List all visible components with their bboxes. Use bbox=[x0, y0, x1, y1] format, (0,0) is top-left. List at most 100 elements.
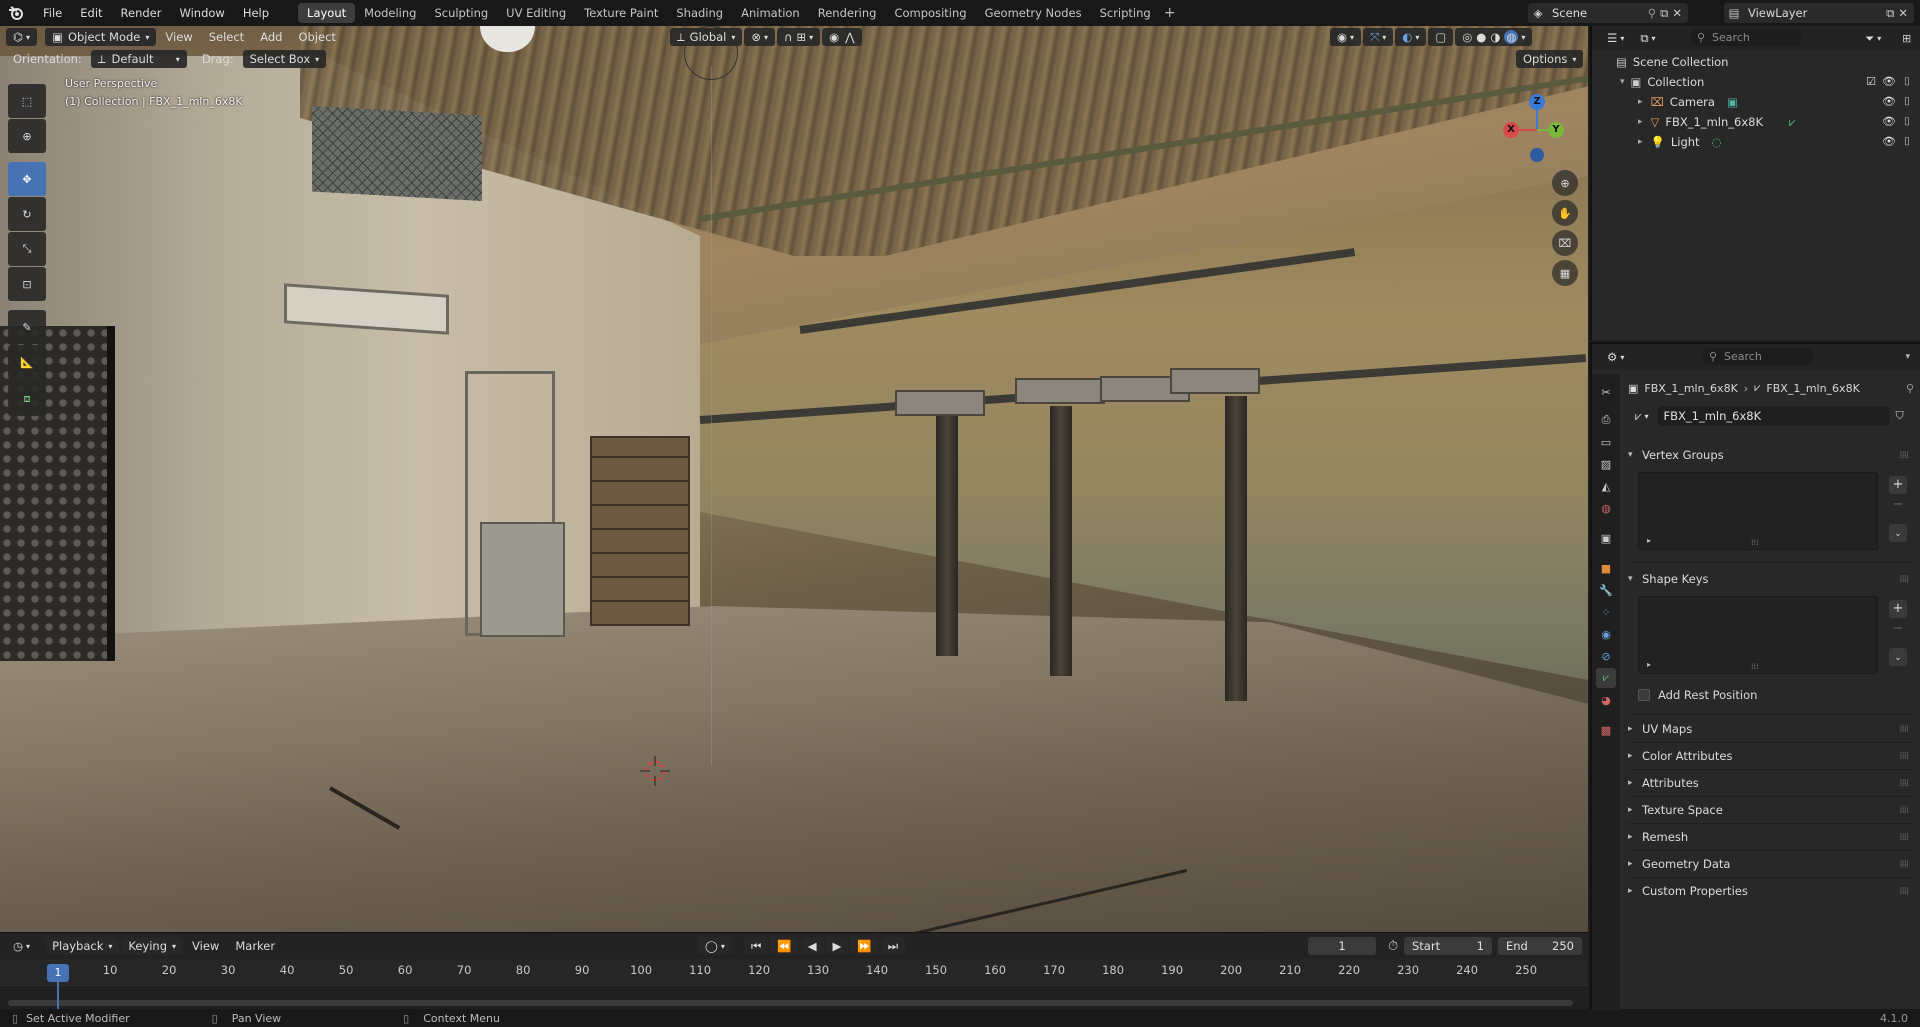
light-data-icon[interactable]: ◌ bbox=[1712, 135, 1722, 149]
pin-icon[interactable]: ⚲ bbox=[1648, 6, 1656, 20]
gizmo-y-axis[interactable]: Y bbox=[1548, 122, 1564, 138]
tab-rendering[interactable]: Rendering bbox=[809, 3, 886, 23]
drag-dropdown[interactable]: Select Box ▾ bbox=[242, 50, 327, 68]
expand-light-icon[interactable]: ▸ bbox=[1638, 137, 1643, 147]
pan-view-button[interactable]: ✋ bbox=[1552, 200, 1578, 226]
fake-user-shield-icon[interactable]: ⛉ bbox=[1896, 409, 1904, 423]
play-reverse-button[interactable]: ◀ bbox=[800, 937, 824, 955]
timeline-menu-view[interactable]: View bbox=[185, 937, 226, 955]
viewport-menu-view[interactable]: View bbox=[158, 28, 199, 46]
tab-modeling[interactable]: Modeling bbox=[355, 3, 425, 23]
pin-icon[interactable]: ⚲ bbox=[1906, 382, 1914, 395]
visibility-button[interactable]: ◉ ▾ bbox=[1330, 28, 1362, 46]
camera-view-button[interactable]: ⌧ bbox=[1552, 230, 1578, 256]
properties-editor[interactable]: ⚙ ▾ ⚲ Search ▾ ✂ ⎙ ▭ ▨ ◭ ◍ ▣ ■ 🔧 ⁘ ◉ ⊘ ⩗ … bbox=[1590, 342, 1920, 1011]
transform-orientation-dropdown[interactable]: ⟂ Global ▾ bbox=[670, 28, 743, 46]
jump-start-button[interactable]: ⏮ bbox=[744, 937, 769, 955]
drag-handle-icon[interactable]: ⁞⁞⁞⁞ bbox=[1899, 574, 1909, 585]
timeline-editor[interactable]: ◷ ▾ Playback ▾ Keying ▾ View Marker ◯ ▾ ⏮ ⏪ … bbox=[0, 932, 1588, 1011]
tab-scene[interactable]: ◭ bbox=[1596, 476, 1616, 496]
drag-handle-icon[interactable]: ⁞⁞⁞⁞ bbox=[1899, 778, 1909, 789]
keying-menu[interactable]: Keying ▾ bbox=[121, 937, 184, 955]
rendered-shading-icon[interactable]: ◍ bbox=[1504, 30, 1519, 44]
rotate-tool[interactable]: ↻ bbox=[8, 197, 46, 231]
collection-render-camera-icon[interactable]: ⌷ bbox=[1900, 75, 1914, 89]
tab-mesh-data[interactable]: ⩗ bbox=[1596, 668, 1616, 688]
viewport-menu-select[interactable]: Select bbox=[202, 28, 251, 46]
panel-color-attributes[interactable]: ▸ Color Attributes ⁞⁞⁞⁞ bbox=[1628, 745, 1914, 767]
auto-keying-toggle[interactable]: ◯ ▾ bbox=[698, 937, 732, 955]
solid-shading-icon[interactable]: ● bbox=[1476, 30, 1486, 44]
mesh-data-icon[interactable]: ⩗ bbox=[1789, 115, 1796, 130]
chevron-down-icon[interactable]: ▾ bbox=[1905, 352, 1910, 362]
add-rest-position-row[interactable]: Add Rest Position bbox=[1638, 688, 1757, 702]
select-box-tool[interactable]: ⬚ bbox=[8, 84, 46, 118]
tab-shading[interactable]: Shading bbox=[667, 3, 732, 23]
outliner-row-scene-collection[interactable]: ▤ Scene Collection bbox=[1592, 52, 1920, 72]
wireframe-shading-icon[interactable]: ◎ bbox=[1462, 30, 1472, 44]
tab-render[interactable]: ⎙ bbox=[1596, 410, 1616, 430]
display-mode-button[interactable]: ⧉ ▾ bbox=[1633, 29, 1662, 47]
mode-dropdown[interactable]: ▣ Object Mode ▾ bbox=[45, 28, 157, 46]
timeline-track-area[interactable] bbox=[0, 985, 1588, 1009]
outliner-row-mesh[interactable]: ▸ ▽ FBX_1_mln_6x8K ⩗ 👁 ⌷ bbox=[1592, 112, 1920, 132]
collection-checkbox[interactable]: ☑ bbox=[1864, 75, 1878, 89]
3d-cursor-icon[interactable] bbox=[640, 756, 670, 786]
drag-handle-icon[interactable]: ⁞⁞⁞⁞ bbox=[1899, 450, 1909, 461]
play-button[interactable]: ▶ bbox=[825, 937, 849, 955]
filter-button[interactable]: ⏷ ▾ bbox=[1858, 29, 1888, 47]
outliner-editor-type[interactable]: ☰ ▾ bbox=[1600, 29, 1631, 47]
tab-texture[interactable]: ▩ bbox=[1596, 720, 1616, 740]
zoom-view-button[interactable]: ⊕ bbox=[1552, 170, 1578, 196]
vertex-group-specials-button[interactable]: ⌄ bbox=[1889, 524, 1907, 542]
transform-tool[interactable]: ⊡ bbox=[8, 267, 46, 301]
outliner-search-input[interactable]: ⚲ Search bbox=[1690, 29, 1802, 46]
scale-tool[interactable]: ⤡ bbox=[8, 232, 46, 266]
outliner-row-camera[interactable]: ▸ ⌧ Camera ▣ 👁 ⌷ bbox=[1592, 92, 1920, 112]
tab-view-layer[interactable]: ▨ bbox=[1596, 454, 1616, 474]
shading-modes[interactable]: ◎ ● ◑ ◍ ▾ bbox=[1455, 28, 1533, 46]
light-render-camera-icon[interactable]: ⌷ bbox=[1900, 135, 1914, 149]
tab-constraints[interactable]: ⊘ bbox=[1596, 646, 1616, 666]
remove-shape-key-button[interactable]: − bbox=[1889, 620, 1907, 638]
tab-object[interactable]: ■ bbox=[1596, 558, 1616, 578]
timeline-ruler[interactable]: 10 20 30 40 50 60 70 80 90 100 110 120 130 140 150 160 1… bbox=[0, 961, 1588, 985]
panel-remesh[interactable]: ▸ Remesh ⁞⁞⁞⁞ bbox=[1628, 826, 1914, 848]
properties-search-input[interactable]: ⚲ Search bbox=[1702, 348, 1814, 365]
gizmo-toggle-button[interactable]: ⤧ ▾ bbox=[1363, 28, 1394, 46]
timeline-playhead[interactable] bbox=[57, 977, 59, 1011]
camera-render-camera-icon[interactable]: ⌷ bbox=[1900, 95, 1914, 109]
gizmo-neg-z-axis[interactable] bbox=[1530, 148, 1544, 162]
xray-toggle-button[interactable]: ▢ bbox=[1428, 28, 1454, 46]
add-workspace-button[interactable]: + bbox=[1160, 5, 1180, 21]
timeline-scrollbar[interactable] bbox=[8, 1000, 1573, 1006]
camera-visibility-eye-icon[interactable]: 👁 bbox=[1882, 95, 1896, 109]
mesh-browse-button[interactable]: ⩗ ▾ bbox=[1628, 406, 1656, 426]
editor-type-button[interactable]: ⌬ ▾ bbox=[6, 28, 38, 46]
panel-shape-keys[interactable]: ▾ Shape Keys ⁞⁞⁞⁞ bbox=[1628, 568, 1914, 590]
start-frame-field[interactable]: Start 1 bbox=[1404, 937, 1492, 955]
outliner-row-light[interactable]: ▸ 💡 Light ◌ 👁 ⌷ bbox=[1592, 132, 1920, 152]
mesh-render-camera-icon[interactable]: ⌷ bbox=[1900, 115, 1914, 129]
add-cube-tool[interactable]: ⧈ bbox=[8, 382, 46, 416]
expand-mesh-icon[interactable]: ▸ bbox=[1638, 117, 1643, 127]
menu-file[interactable]: File bbox=[34, 0, 71, 26]
view-layer-selector[interactable]: ▤ ViewLayer ⧉ ✕ bbox=[1724, 3, 1914, 23]
list-resize-handle-icon[interactable]: ⁞⁞⁞ bbox=[1751, 662, 1759, 671]
measure-tool[interactable]: 📐 bbox=[8, 345, 46, 379]
add-shape-key-button[interactable]: + bbox=[1889, 600, 1907, 618]
outliner-row-collection[interactable]: ▾ ▣ Collection ☑ 👁 ⌷ bbox=[1592, 72, 1920, 92]
properties-editor-type[interactable]: ⚙ ▾ bbox=[1600, 348, 1631, 366]
tab-compositing[interactable]: Compositing bbox=[885, 3, 975, 23]
outliner[interactable]: ☰ ▾ ⧉ ▾ ⚲ Search ⏷ ▾ ⊞ ▤ Scene Collection ▾… bbox=[1590, 26, 1920, 340]
collection-visibility-eye-icon[interactable]: 👁 bbox=[1882, 75, 1896, 89]
panel-geometry-data[interactable]: ▸ Geometry Data ⁞⁞⁞⁞ bbox=[1628, 853, 1914, 875]
new-scene-icon[interactable]: ⧉ bbox=[1660, 6, 1668, 21]
drag-handle-icon[interactable]: ⁞⁞⁞⁞ bbox=[1899, 805, 1909, 816]
delete-scene-icon[interactable]: ✕ bbox=[1672, 6, 1682, 20]
pivot-point-button[interactable]: ⊗ ▾ bbox=[744, 28, 776, 46]
drag-handle-icon[interactable]: ⁞⁞⁞⁞ bbox=[1899, 751, 1909, 762]
menu-render[interactable]: Render bbox=[112, 0, 171, 26]
playhead-frame-label[interactable]: 1 bbox=[47, 964, 69, 982]
drag-handle-icon[interactable]: ⁞⁞⁞⁞ bbox=[1899, 832, 1909, 843]
